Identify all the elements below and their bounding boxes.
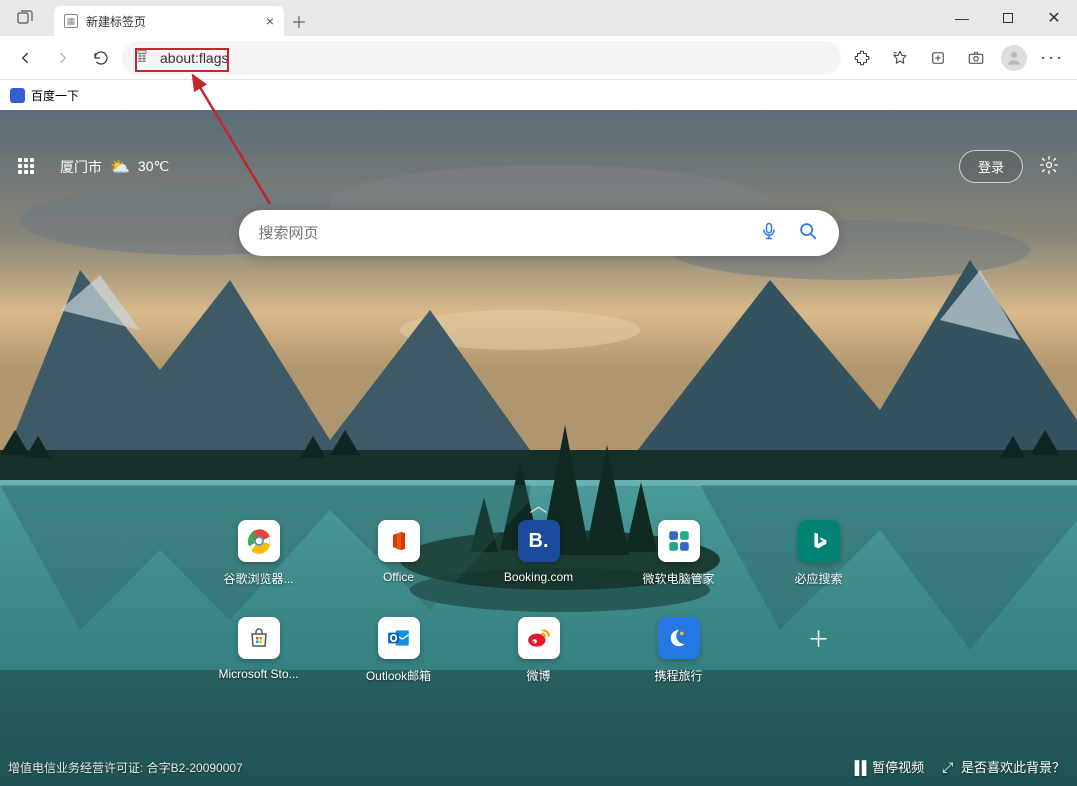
tile-label: Booking.com: [504, 570, 573, 584]
new-tab-button[interactable]: ＋: [284, 6, 314, 36]
weather-city: 厦门市: [60, 157, 102, 177]
tile-label: Outlook邮箱: [366, 667, 431, 684]
avatar-icon: [1001, 45, 1027, 71]
search-container: [239, 210, 839, 256]
tile-label: Office: [383, 570, 414, 584]
address-bar[interactable]: [122, 41, 841, 75]
page-settings-button[interactable]: [1039, 155, 1059, 178]
forward-button[interactable]: [46, 41, 80, 75]
tile-label: 微软电脑管家: [642, 570, 714, 587]
refresh-button[interactable]: [84, 41, 118, 75]
screenshot-button[interactable]: [959, 41, 993, 75]
license-text: 增值电信业务经营许可证: 合字B2-20090007: [8, 759, 243, 776]
tile-booking[interactable]: B. Booking.com: [499, 520, 579, 587]
tab-overview-button[interactable]: [0, 0, 50, 36]
search-input[interactable]: [259, 225, 759, 242]
tile-office[interactable]: Office: [359, 520, 439, 587]
weather-widget[interactable]: 厦门市 ⛅ 30℃: [60, 157, 169, 177]
bookmarks-bar: 🐾 百度一下: [0, 80, 1077, 110]
more-button[interactable]: ···: [1035, 41, 1069, 75]
tab-close-button[interactable]: ×: [266, 13, 274, 29]
bookmark-item[interactable]: 百度一下: [31, 87, 79, 104]
tile-weibo[interactable]: 微博: [499, 617, 579, 684]
browser-toolbar: ···: [0, 36, 1077, 80]
tile-label: 谷歌浏览器...: [223, 570, 293, 587]
tab-favicon: ▦: [64, 14, 78, 28]
new-tab-page: 厦门市 ⛅ 30℃ 登录 ︿ 谷歌浏览器...: [0, 110, 1077, 786]
tab-title: 新建标签页: [86, 13, 146, 30]
window-minimize-button[interactable]: ―: [939, 0, 985, 36]
tile-pcmanager[interactable]: 微软电脑管家: [639, 520, 719, 587]
voice-search-icon[interactable]: [759, 221, 779, 246]
site-permissions-icon[interactable]: [134, 48, 150, 67]
signin-button[interactable]: 登录: [959, 150, 1023, 183]
browser-tab[interactable]: ▦ 新建标签页 ×: [54, 6, 284, 36]
pause-video-button[interactable]: ▐▐ 暂停视频: [850, 757, 924, 776]
favorites-button[interactable]: [883, 41, 917, 75]
tile-ctrip[interactable]: 携程旅行: [639, 617, 719, 684]
expand-icon: ⤢: [942, 759, 953, 775]
ntp-header: 厦门市 ⛅ 30℃ 登录: [0, 150, 1077, 183]
extensions-button[interactable]: [845, 41, 879, 75]
window-close-button[interactable]: ✕: [1031, 0, 1077, 36]
pause-icon: ▐▐: [850, 760, 864, 775]
weather-temp: 30℃: [138, 158, 169, 175]
profile-button[interactable]: [997, 41, 1031, 75]
back-button[interactable]: [8, 41, 42, 75]
tile-label: 必应搜索: [794, 570, 842, 587]
footer-controls: ▐▐ 暂停视频 ⤢ 是否喜欢此背景？: [850, 757, 1065, 776]
expand-chevron[interactable]: ︿: [530, 492, 548, 518]
tile-msstore[interactable]: Microsoft Sto...: [219, 617, 299, 684]
baidu-favicon: 🐾: [10, 88, 25, 103]
tile-bing[interactable]: 必应搜索: [779, 520, 859, 587]
collections-button[interactable]: [921, 41, 955, 75]
search-box[interactable]: [239, 210, 839, 256]
weather-icon: ⛅: [110, 157, 130, 177]
window-controls: ― ✕: [939, 0, 1077, 36]
search-icon[interactable]: [797, 220, 819, 247]
tile-chrome[interactable]: 谷歌浏览器...: [219, 520, 299, 587]
add-tile-button[interactable]: ＋: [779, 617, 859, 684]
tile-outlook[interactable]: Outlook邮箱: [359, 617, 439, 684]
window-maximize-button[interactable]: [985, 0, 1031, 36]
tile-label: 微博: [526, 667, 550, 684]
plus-icon: ＋: [798, 617, 840, 659]
tile-label: 携程旅行: [654, 667, 702, 684]
url-input[interactable]: [160, 50, 829, 66]
tile-label: Microsoft Sto...: [218, 667, 298, 681]
window-titlebar: ▦ 新建标签页 × ＋ ― ✕: [0, 0, 1077, 36]
quick-links: 谷歌浏览器... Office B. Booking.com 微软电脑管家 必应…: [219, 520, 859, 714]
apps-grid-button[interactable]: [18, 158, 36, 176]
background-feedback-button[interactable]: ⤢ 是否喜欢此背景？: [942, 757, 1065, 776]
